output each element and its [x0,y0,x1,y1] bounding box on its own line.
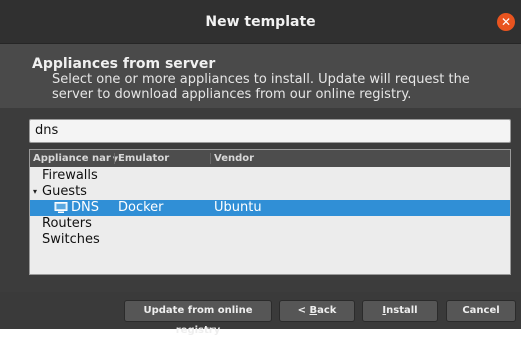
title-bar[interactable]: New template ✕ [0,0,521,44]
tree-header: Appliance nar ▼ Emulator Vendor [30,150,510,167]
tree-row-switches[interactable]: Switches [30,232,510,248]
tree-row-dns[interactable]: DNS Docker Ubuntu [30,200,510,216]
header-description: Select one or more appliances to install… [52,72,470,102]
column-header-emulator[interactable]: Emulator [118,152,169,165]
tree-row-guests[interactable]: ▾ Guests [30,184,510,200]
appliance-tree[interactable]: Appliance nar ▼ Emulator Vendor Firewalls… [29,149,511,275]
new-template-dialog: New template ✕ Appliances from server Se… [0,0,521,336]
search-input[interactable]: dns [29,119,511,143]
cancel-button[interactable]: Cancel [446,300,516,322]
column-divider[interactable] [114,153,115,164]
dialog-title: New template [205,13,316,30]
row-label: Switches [42,232,100,247]
row-label: Guests [42,184,87,199]
row-label: Routers [42,216,92,231]
header-title: Appliances from server [32,56,216,72]
row-label: Firewalls [42,168,98,183]
column-header-appliance-name[interactable]: Appliance nar ▼ [33,152,118,166]
tree-row-firewalls[interactable]: Firewalls [30,168,510,184]
close-icon[interactable]: ✕ [497,13,515,31]
install-button[interactable]: Install [362,300,438,322]
row-vendor: Ubuntu [214,200,262,215]
column-divider[interactable] [210,153,211,164]
header-panel: Appliances from server Select one or mor… [0,44,521,108]
back-button[interactable]: < Back [279,300,355,322]
update-from-registry-button[interactable]: Update from online registry [124,300,272,336]
tree-row-routers[interactable]: Routers [30,216,510,232]
row-label: DNS [71,200,99,215]
row-emulator: Docker [118,200,164,215]
column-header-vendor[interactable]: Vendor [214,152,254,165]
expand-arrow-icon[interactable]: ▾ [33,184,37,200]
